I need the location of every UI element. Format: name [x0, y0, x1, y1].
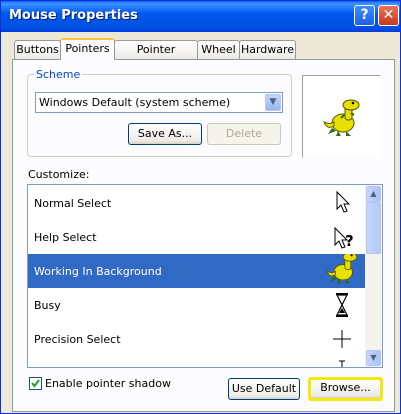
arrow-cursor-icon	[336, 190, 351, 213]
close-button[interactable]: ✕	[378, 5, 399, 26]
mouse-properties-window: Mouse Properties ? ✕ Buttons Pointers Po…	[0, 0, 401, 414]
dinosaur-icon	[323, 99, 360, 136]
tab-buttons[interactable]: Buttons	[14, 40, 61, 59]
help-button[interactable]: ?	[354, 5, 375, 26]
tab-hardware[interactable]: Hardware	[239, 40, 296, 59]
crosshair-cursor-icon	[333, 330, 351, 348]
list-scrollbar[interactable]: ▲ ▼	[365, 185, 382, 367]
list-item-label: Help Select	[34, 231, 97, 244]
tab-pointers[interactable]: Pointers	[60, 38, 115, 60]
title-bar[interactable]: Mouse Properties ? ✕	[1, 1, 400, 32]
enable-shadow-checkbox[interactable]	[29, 377, 42, 390]
list-item[interactable]: Help Select ?	[28, 220, 365, 254]
scroll-down-icon[interactable]: ▼	[366, 350, 381, 366]
scheme-group-label: Scheme	[34, 68, 83, 81]
delete-button[interactable]: Delete	[207, 123, 281, 145]
scroll-thumb[interactable]	[366, 202, 381, 254]
customize-label: Customize:	[28, 168, 90, 181]
list-item-label: Busy	[34, 299, 61, 312]
checkmark-icon	[31, 379, 40, 388]
window-title: Mouse Properties	[9, 8, 138, 23]
scroll-up-icon[interactable]: ▲	[366, 186, 381, 202]
list-item-label: Normal Select	[34, 197, 112, 210]
tab-pointer-options[interactable]: Pointer Options	[114, 40, 198, 73]
browse-button[interactable]: Browse...	[308, 377, 383, 401]
dinosaur-cursor-icon	[326, 254, 358, 284]
scheme-select[interactable]: Windows Default (system scheme) ▼	[35, 92, 283, 113]
use-default-button[interactable]: Use Default	[228, 378, 300, 400]
list-item-selected[interactable]: Working In Background	[28, 254, 365, 288]
list-item[interactable]: Normal Select	[28, 186, 365, 220]
help-cursor-icon: ?	[334, 226, 354, 250]
list-item-partial[interactable]	[28, 356, 365, 367]
save-as-button[interactable]: Save As...	[128, 123, 202, 145]
scheme-select-value: Windows Default (system scheme)	[39, 96, 231, 109]
list-item[interactable]: Busy	[28, 288, 365, 322]
enable-shadow-label: Enable pointer shadow	[45, 377, 171, 390]
list-item[interactable]: Precision Select	[28, 322, 365, 356]
text-select-cursor-icon	[339, 360, 345, 367]
list-item-label: Precision Select	[34, 333, 121, 346]
hourglass-cursor-icon	[336, 293, 348, 317]
tab-wheel[interactable]: Wheel	[197, 40, 240, 59]
list-item-label: Working In Background	[34, 265, 162, 278]
svg-text:?: ?	[345, 232, 354, 250]
pointer-preview	[302, 75, 381, 158]
chevron-down-icon[interactable]: ▼	[265, 94, 281, 111]
cursor-list[interactable]: Normal Select Help Select ? Working In B…	[27, 184, 383, 368]
